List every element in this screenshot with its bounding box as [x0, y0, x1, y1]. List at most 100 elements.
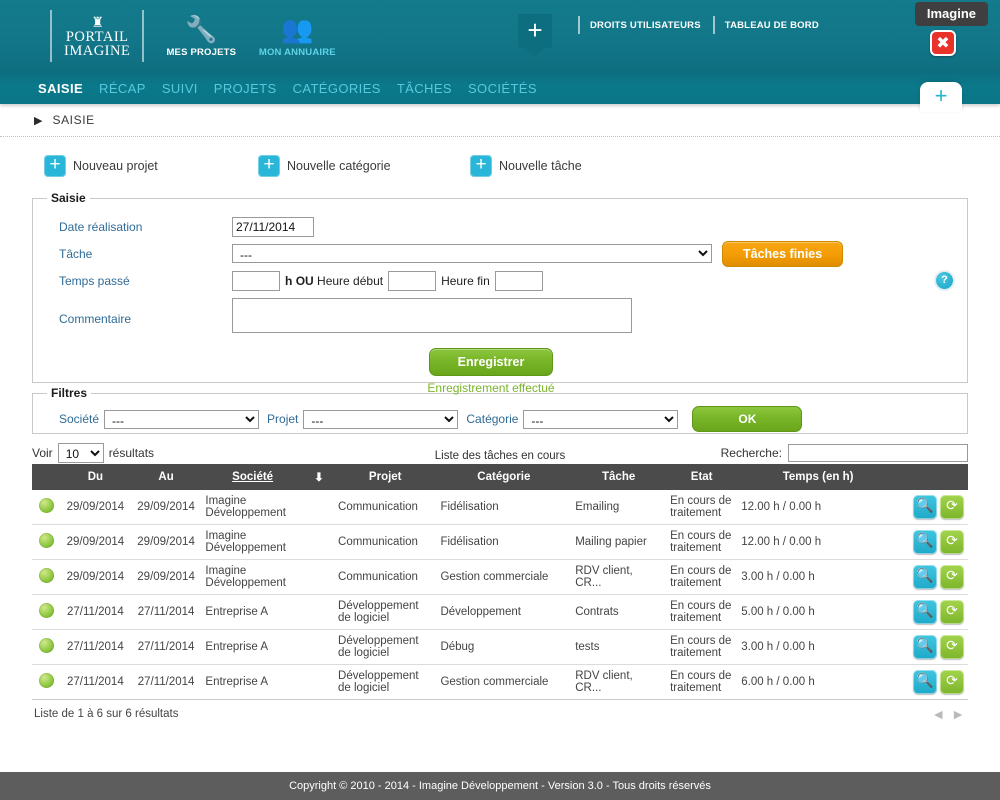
sort-arrow-down-icon[interactable]: ⬇ [303, 464, 335, 490]
page-content: + Nouveau projet + Nouvelle catégorie + … [0, 137, 1000, 722]
col-categorie[interactable]: Catégorie [436, 464, 572, 490]
wrench-icon: 🔧 [185, 14, 218, 44]
row-du: 27/11/2014 [60, 629, 131, 665]
filter-categorie-label: Catégorie [466, 412, 519, 426]
row-actions: 🔍 ⟳ [898, 594, 968, 630]
col-status[interactable] [32, 464, 61, 490]
nav-item-projets[interactable]: PROJETS [214, 81, 277, 96]
enregistrer-button[interactable]: Enregistrer [428, 348, 554, 376]
date-realisation-input[interactable] [232, 216, 314, 237]
voir-label: Voir [32, 446, 53, 460]
refresh-icon[interactable]: ⟳ [940, 670, 964, 694]
main-nav: SAISIE RÉCAP SUIVI PROJETS CATÉGORIES TÂ… [0, 72, 1000, 112]
col-temps[interactable]: Temps (en h) [737, 464, 899, 490]
filter-societe-select[interactable]: --- [104, 409, 260, 429]
row-etat: En cours de traitement [666, 559, 738, 595]
heure-debut-input[interactable] [388, 270, 437, 291]
close-icon[interactable]: ✖ [930, 30, 956, 56]
col-au[interactable]: Au [130, 464, 202, 490]
status-dot-green-icon [38, 533, 54, 548]
link-droits-utilisateurs[interactable]: DROITS UTILISATEURS [590, 20, 701, 31]
col-du[interactable]: Du [60, 464, 131, 490]
recherche-input[interactable] [788, 444, 968, 462]
nav-item-saisie[interactable]: SAISIE [38, 81, 83, 96]
link-tableau-de-bord[interactable]: TABLEAU DE BORD [725, 20, 819, 31]
table-row[interactable]: 29/09/2014 29/09/2014 Imagine Développem… [32, 490, 968, 525]
table-row[interactable]: 27/11/2014 27/11/2014 Entreprise A Dével… [32, 664, 968, 700]
field-row-commentaire: Commentaire [47, 294, 953, 336]
row-projet: Communication [334, 490, 437, 525]
magnifier-icon[interactable]: 🔍 [913, 530, 937, 554]
row-projet: Communication [334, 559, 437, 595]
plus-icon: + [44, 155, 66, 177]
magnifier-icon[interactable]: 🔍 [913, 600, 937, 624]
header-add-button[interactable]: + [518, 14, 552, 57]
filter-projet-select[interactable]: --- [303, 409, 459, 429]
nav-item-societes[interactable]: SOCIÉTÉS [468, 81, 537, 96]
col-societe[interactable]: Société [201, 464, 304, 490]
page-size-select[interactable]: 10 [57, 443, 104, 463]
row-du: 27/11/2014 [60, 594, 131, 630]
row-categorie: Fidélisation [436, 490, 572, 525]
row-au: 29/09/2014 [130, 559, 202, 595]
action-nouvelle-categorie[interactable]: + Nouvelle catégorie [258, 155, 470, 177]
header-item-mes-projets-label: MES PROJETS [166, 47, 237, 58]
refresh-icon[interactable]: ⟳ [940, 635, 964, 659]
table-row[interactable]: 27/11/2014 27/11/2014 Entreprise A Dével… [32, 629, 968, 665]
row-etat: En cours de traitement [666, 490, 738, 525]
table-row[interactable]: 27/11/2014 27/11/2014 Entreprise A Dével… [32, 594, 968, 630]
row-actions: 🔍 ⟳ [898, 629, 968, 665]
col-etat[interactable]: Etat [666, 464, 738, 490]
taches-finies-button[interactable]: Tâches finies [722, 240, 844, 267]
help-icon[interactable]: ? [936, 272, 953, 289]
magnifier-icon[interactable]: 🔍 [913, 495, 937, 519]
nav-item-recap[interactable]: RÉCAP [99, 81, 146, 96]
row-temps: 5.00 h / 0.00 h [737, 594, 899, 630]
row-societe: Entreprise A [201, 629, 335, 665]
header-item-mon-annuaire[interactable]: 👥 MON ANNUAIRE [258, 14, 336, 58]
magnifier-icon[interactable]: 🔍 [913, 565, 937, 589]
magnifier-icon[interactable]: 🔍 [913, 670, 937, 694]
row-status [32, 490, 61, 525]
taches-table: Du Au Société ⬇ Projet Catégorie Tâche E… [32, 464, 968, 700]
pagination[interactable]: ◄ ► [931, 706, 966, 722]
row-projet: Développement de logiciel [334, 664, 437, 700]
nav-item-categories[interactable]: CATÉGORIES [293, 81, 381, 96]
action-nouveau-projet[interactable]: + Nouveau projet [44, 155, 258, 177]
refresh-icon[interactable]: ⟳ [940, 600, 964, 624]
table-row[interactable]: 29/09/2014 29/09/2014 Imagine Développem… [32, 559, 968, 595]
nav-add-tab[interactable]: + [920, 82, 962, 112]
row-categorie: Gestion commerciale [436, 559, 572, 595]
nav-item-taches[interactable]: TÂCHES [397, 81, 452, 96]
table-row[interactable]: 29/09/2014 29/09/2014 Imagine Développem… [32, 524, 968, 560]
pager-prev-icon[interactable]: ◄ [931, 706, 946, 722]
heure-fin-input[interactable] [494, 270, 543, 291]
col-tache[interactable]: Tâche [571, 464, 667, 490]
filtres-legend: Filtres [51, 386, 88, 400]
filter-ok-button[interactable]: OK [692, 406, 803, 432]
row-du: 27/11/2014 [60, 664, 131, 700]
header-item-mes-projets[interactable]: 🔧 MES PROJETS [162, 14, 240, 58]
col-projet[interactable]: Projet [334, 464, 437, 490]
commentaire-textarea[interactable] [232, 298, 632, 333]
row-tache: Mailing papier [571, 524, 667, 560]
header-item-mon-annuaire-label: MON ANNUAIRE [258, 47, 336, 58]
row-du: 29/09/2014 [60, 559, 131, 595]
status-dot-green-icon [38, 603, 54, 618]
magnifier-icon[interactable]: 🔍 [913, 635, 937, 659]
pager-next-icon[interactable]: ► [951, 706, 966, 722]
breadcrumb-label: SAISIE [52, 113, 95, 127]
nav-item-suivi[interactable]: SUIVI [162, 81, 198, 96]
user-badge[interactable]: Imagine [914, 2, 988, 26]
refresh-icon[interactable]: ⟳ [940, 495, 964, 519]
heure-debut-label: Heure début [317, 273, 384, 288]
filter-categorie-select[interactable]: --- [523, 409, 679, 429]
action-nouvelle-tache[interactable]: + Nouvelle tâche [470, 155, 582, 177]
refresh-icon[interactable]: ⟳ [940, 565, 964, 589]
row-categorie: Gestion commerciale [436, 664, 572, 700]
row-au: 27/11/2014 [130, 664, 202, 700]
filters-row: Société --- Projet --- Catégorie --- OK [47, 406, 953, 432]
refresh-icon[interactable]: ⟳ [940, 530, 964, 554]
tache-select[interactable]: --- [232, 244, 712, 263]
temps-passe-input[interactable] [232, 270, 280, 291]
